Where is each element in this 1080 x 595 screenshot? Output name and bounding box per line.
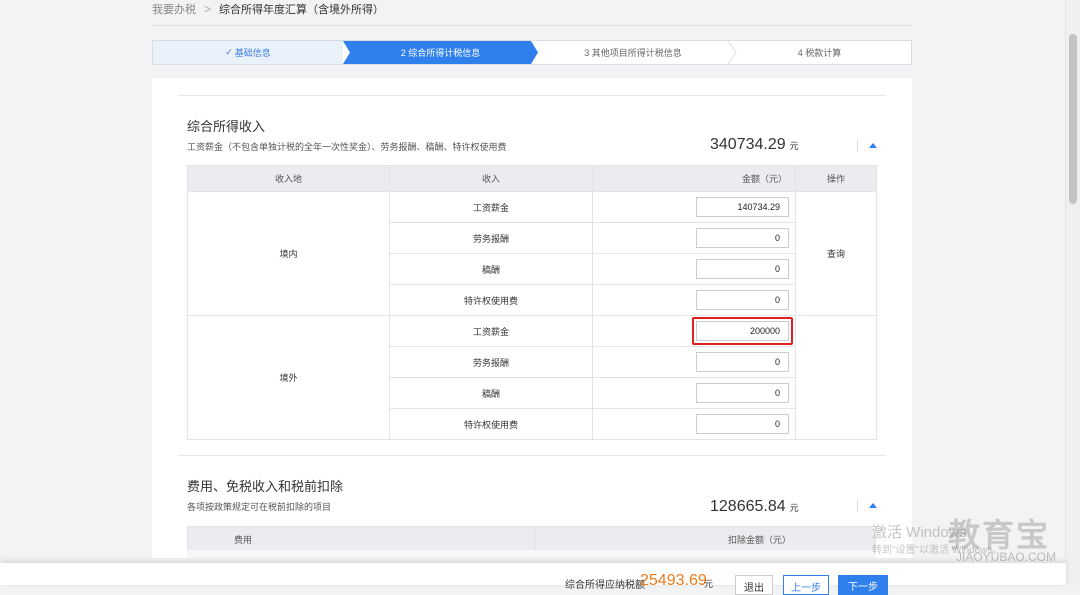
step-label: 3 其他项目所得计税信息: [584, 48, 682, 58]
foreign-salary-input[interactable]: 200000: [696, 321, 789, 341]
income-total-value: 340734.29: [710, 136, 786, 153]
table-header-row: 收入地 收入 金额（元） 操作: [187, 165, 877, 192]
domestic-royalty-input[interactable]: 0: [696, 259, 789, 279]
col-region: 收入地: [187, 165, 390, 192]
next-step-button[interactable]: 下一步: [838, 575, 888, 595]
domestic-franchise-input[interactable]: 0: [696, 290, 789, 310]
col-item: 费用: [187, 526, 536, 553]
expense-total: 128665.84 元: [710, 498, 799, 516]
card-divider: [178, 95, 886, 96]
col-amount: 金额（元）: [592, 165, 796, 192]
income-type: 劳务报酬: [389, 222, 593, 254]
breadcrumb-current: 综合所得年度汇算（含境外所得）: [219, 4, 385, 16]
tax-payable-unit: 元: [704, 579, 714, 589]
region-foreign: 境外: [187, 315, 390, 440]
check-icon: ✓: [225, 47, 233, 57]
expense-total-value: 128665.84: [710, 498, 786, 515]
income-total: 340734.29 元: [710, 136, 799, 154]
income-type: 特许权使用费: [389, 408, 593, 440]
step-label: 基础信息: [234, 48, 271, 58]
domestic-labor-input[interactable]: 0: [696, 228, 789, 248]
col-type: 收入: [389, 165, 593, 192]
section-divider: [178, 455, 886, 456]
prev-step-button[interactable]: 上一步: [783, 575, 829, 595]
region-domestic: 境内: [187, 191, 390, 316]
step-tax-calc[interactable]: 4 税款计算: [728, 41, 911, 64]
income-type: 稿酬: [389, 253, 593, 285]
income-section-title: 综合所得收入: [187, 119, 266, 134]
income-type: 稿酬: [389, 377, 593, 409]
expense-section-subtitle: 各项按政策规定可在税前扣除的项目: [187, 502, 332, 512]
step-comprehensive-income[interactable]: 2 综合所得计税信息: [343, 41, 538, 64]
op-empty: [795, 315, 877, 440]
foreign-franchise-input[interactable]: 0: [696, 414, 789, 434]
col-op: 操作: [795, 165, 877, 192]
step-basic-info[interactable]: ✓ 基础信息: [153, 41, 343, 64]
table-row: 境内 工资薪金 140734.29 查询: [187, 191, 877, 316]
brand-watermark-url: JIAOYUBAO.COM: [956, 550, 1057, 564]
income-type: 工资薪金: [389, 191, 593, 223]
collapse-income-button[interactable]: [867, 140, 879, 150]
table-header-row: 费用 扣除金额（元）: [187, 526, 876, 553]
income-total-unit: 元: [789, 141, 799, 151]
query-link[interactable]: 查询: [795, 191, 877, 316]
income-table: 收入地 收入 金额（元） 操作 境内 工资薪金 140734.29 查询 劳务报…: [187, 165, 877, 440]
expense-table: 费用 扣除金额（元）: [187, 526, 876, 553]
header-divider: [152, 25, 912, 26]
income-section-subtitle: 工资薪金（不包含单独计税的全年一次性奖金）、劳务报酬、稿酬、特许权使用费: [187, 142, 507, 152]
breadcrumb-separator: >: [204, 2, 212, 16]
foreign-royalty-input[interactable]: 0: [696, 383, 789, 403]
income-type: 工资薪金: [389, 315, 593, 347]
chevron-up-icon: [869, 502, 877, 508]
income-type: 劳务报酬: [389, 346, 593, 378]
breadcrumb: 我要办税 > 综合所得年度汇算（含境外所得）: [152, 0, 384, 18]
step-label: 4 税款计算: [797, 48, 842, 58]
domestic-salary-input[interactable]: 140734.29: [696, 197, 789, 217]
expense-section-title: 费用、免税收入和税前扣除: [187, 479, 344, 494]
step-progress: ✓ 基础信息 2 综合所得计税信息 3 其他项目所得计税信息 4 税款计算: [152, 40, 912, 65]
divider: [857, 140, 858, 152]
divider: [857, 500, 858, 512]
chevron-up-icon: [869, 142, 877, 148]
bottom-bar: [0, 563, 1066, 585]
form-card: 综合所得收入 工资薪金（不包含单独计税的全年一次性奖金）、劳务报酬、稿酬、特许权…: [152, 78, 912, 558]
tax-payable-label: 综合所得应纳税额: [565, 580, 645, 591]
col-deduct-amount: 扣除金额（元）: [535, 526, 876, 553]
income-type: 特许权使用费: [389, 284, 593, 316]
step-label: 2 综合所得计税信息: [400, 48, 481, 58]
highlight-box: 200000: [692, 317, 793, 345]
tax-payable-value: 25493.69: [640, 572, 707, 589]
table-row: 境外 工资薪金 200000: [187, 315, 877, 440]
step-other-income[interactable]: 3 其他项目所得计税信息: [538, 41, 728, 64]
expense-row-partial: [187, 550, 876, 558]
page-scrollbar[interactable]: [1065, 0, 1080, 585]
foreign-labor-input[interactable]: 0: [696, 352, 789, 372]
exit-button[interactable]: 退出: [735, 575, 773, 595]
scroll-thumb[interactable]: [1069, 34, 1077, 204]
collapse-expense-button[interactable]: [867, 500, 879, 510]
expense-total-unit: 元: [789, 503, 799, 513]
breadcrumb-home[interactable]: 我要办税: [152, 1, 196, 17]
